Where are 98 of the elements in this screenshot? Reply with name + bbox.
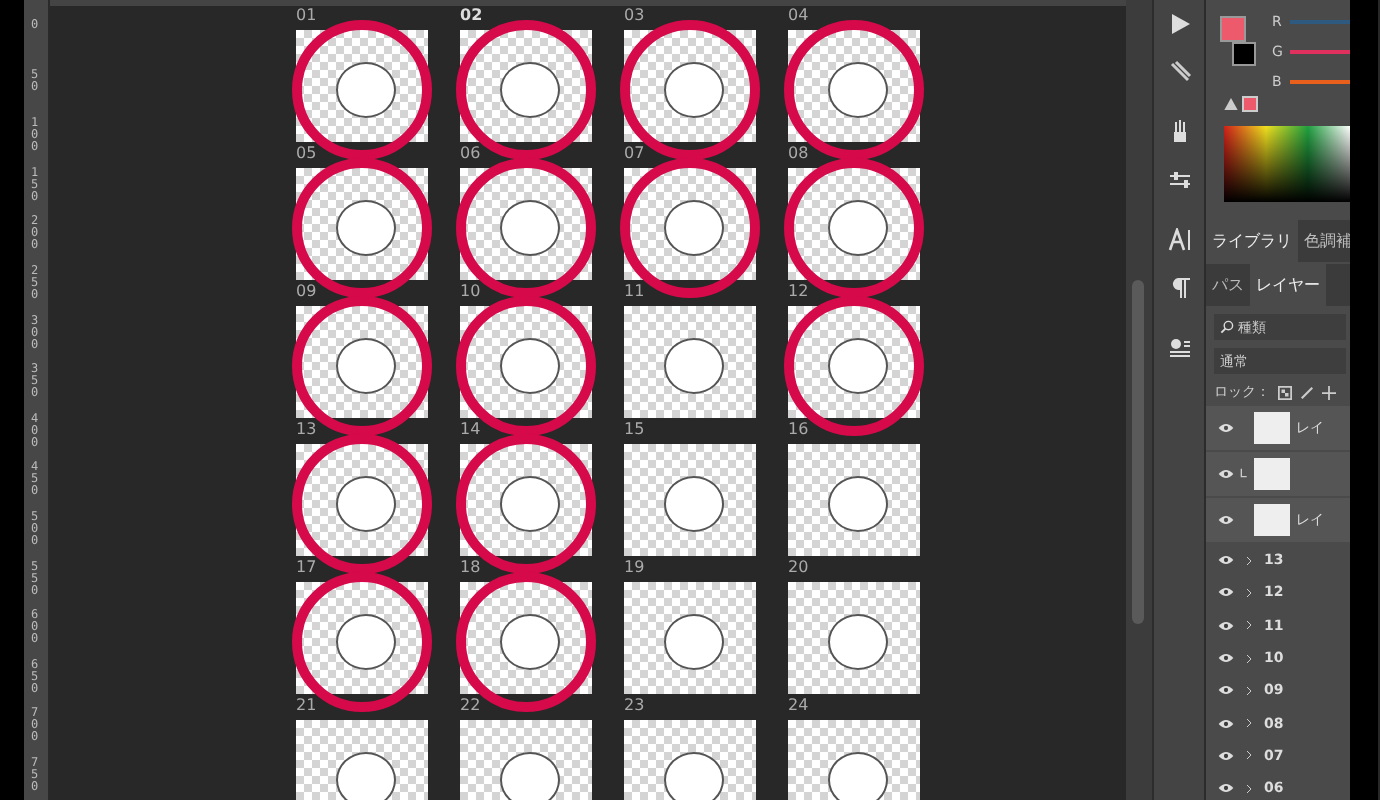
eye-icon[interactable]	[1218, 782, 1234, 795]
artboard-label: 21	[296, 696, 317, 716]
paragraph-icon[interactable]	[1167, 276, 1191, 300]
character-drawing	[664, 200, 724, 256]
character-drawing	[828, 614, 888, 670]
character-drawing	[828, 200, 888, 256]
character-drawing	[336, 338, 396, 394]
artboard-label: 02	[460, 6, 483, 26]
character-drawing	[336, 614, 396, 670]
artboard-label: 16	[788, 420, 809, 440]
eye-icon[interactable]	[1218, 717, 1234, 730]
sticker-thumbnail[interactable]	[624, 306, 756, 418]
eye-icon[interactable]	[1218, 468, 1234, 480]
color-spectrum[interactable]	[1224, 126, 1350, 202]
artboard-label: 03	[624, 6, 645, 26]
eye-icon[interactable]	[1218, 652, 1234, 665]
chevron-icon[interactable]	[1246, 783, 1252, 794]
artboard-label: 05	[296, 144, 317, 164]
character-drawing	[664, 338, 724, 394]
panel-tab[interactable]: ライブラリ	[1206, 220, 1298, 262]
artboard-label: 11	[624, 282, 645, 302]
sticker-thumbnail[interactable]	[788, 582, 920, 694]
character-drawing	[828, 62, 888, 118]
eye-icon[interactable]	[1218, 554, 1234, 567]
character-drawing	[336, 200, 396, 256]
chevron-icon[interactable]	[1246, 620, 1252, 631]
artboard-label: 10	[460, 282, 481, 302]
sticker-thumbnail[interactable]	[788, 444, 920, 556]
character-drawing	[500, 62, 560, 118]
sticker-thumbnail[interactable]	[788, 720, 920, 800]
artboard-label: 20	[788, 558, 809, 578]
layer-thumbnail	[1254, 504, 1290, 536]
character-drawing	[500, 476, 560, 532]
character-drawing	[828, 752, 888, 800]
artboard-label: 15	[624, 420, 645, 440]
eye-icon[interactable]	[1218, 749, 1234, 762]
character-drawing	[500, 614, 560, 670]
artboard-label: 13	[296, 420, 317, 440]
eye-icon[interactable]	[1218, 586, 1234, 599]
artboard-label: 17	[296, 558, 317, 578]
artboard-label: 12	[788, 282, 809, 302]
artboard-label: 23	[624, 696, 645, 716]
foreground-color-swatch[interactable]	[1220, 16, 1246, 42]
character-drawing	[500, 200, 560, 256]
chevron-icon[interactable]	[1246, 718, 1252, 729]
character-drawing	[500, 338, 560, 394]
sticker-thumbnail[interactable]	[460, 720, 592, 800]
artboard-label: 06	[460, 144, 481, 164]
background-color-swatch[interactable]	[1232, 42, 1256, 66]
chevron-icon[interactable]	[1246, 685, 1252, 696]
layer-thumbnail	[1254, 458, 1290, 490]
sticker-thumbnail[interactable]	[624, 720, 756, 800]
layer-thumbnail	[1254, 412, 1290, 444]
sticker-thumbnail[interactable]	[624, 582, 756, 694]
sliders-icon[interactable]	[1167, 168, 1191, 192]
brush-icon[interactable]	[1167, 60, 1191, 84]
character-drawing	[500, 752, 560, 800]
eye-icon[interactable]	[1218, 684, 1234, 697]
character-drawing	[664, 614, 724, 670]
brush-icon[interactable]	[1300, 385, 1314, 399]
sticker-thumbnail[interactable]	[624, 444, 756, 556]
chevron-icon[interactable]	[1246, 587, 1252, 598]
panel-tab[interactable]: レイヤー	[1250, 264, 1326, 306]
move-icon[interactable]	[1322, 385, 1336, 399]
artboard-label: 04	[788, 6, 809, 26]
artboard-label: 22	[460, 696, 481, 716]
artboard-label: 18	[460, 558, 481, 578]
character-icon[interactable]	[1167, 228, 1191, 252]
artboard-label: 07	[624, 144, 645, 164]
character-drawing	[336, 752, 396, 800]
layer-comps-icon[interactable]	[1167, 336, 1191, 360]
sticker-thumbnail[interactable]	[296, 720, 428, 800]
scrollbar-thumb[interactable]	[1132, 280, 1144, 624]
character-drawing	[828, 338, 888, 394]
warning-icon	[1224, 98, 1238, 110]
gamut-color-swatch[interactable]	[1242, 96, 1258, 112]
character-drawing	[664, 752, 724, 800]
search-icon	[1220, 320, 1234, 334]
artboard-label: 09	[296, 282, 317, 302]
artboard-label: 24	[788, 696, 809, 716]
artboard-label: 19	[624, 558, 645, 578]
artboard-label: 08	[788, 144, 809, 164]
chevron-icon[interactable]	[1246, 653, 1252, 664]
play-icon[interactable]	[1167, 12, 1191, 36]
chevron-icon[interactable]	[1246, 750, 1252, 761]
character-drawing	[336, 62, 396, 118]
chevron-icon[interactable]	[1246, 555, 1252, 566]
artboard-label: 01	[296, 6, 317, 26]
layer-row[interactable]	[1206, 452, 1350, 498]
checker-icon[interactable]	[1278, 385, 1292, 399]
character-drawing	[664, 62, 724, 118]
eye-icon[interactable]	[1218, 619, 1234, 632]
artboard-label: 14	[460, 420, 481, 440]
eye-icon[interactable]	[1218, 514, 1234, 526]
character-drawing	[828, 476, 888, 532]
character-drawing	[664, 476, 724, 532]
eye-icon[interactable]	[1218, 422, 1234, 434]
character-drawing	[336, 476, 396, 532]
